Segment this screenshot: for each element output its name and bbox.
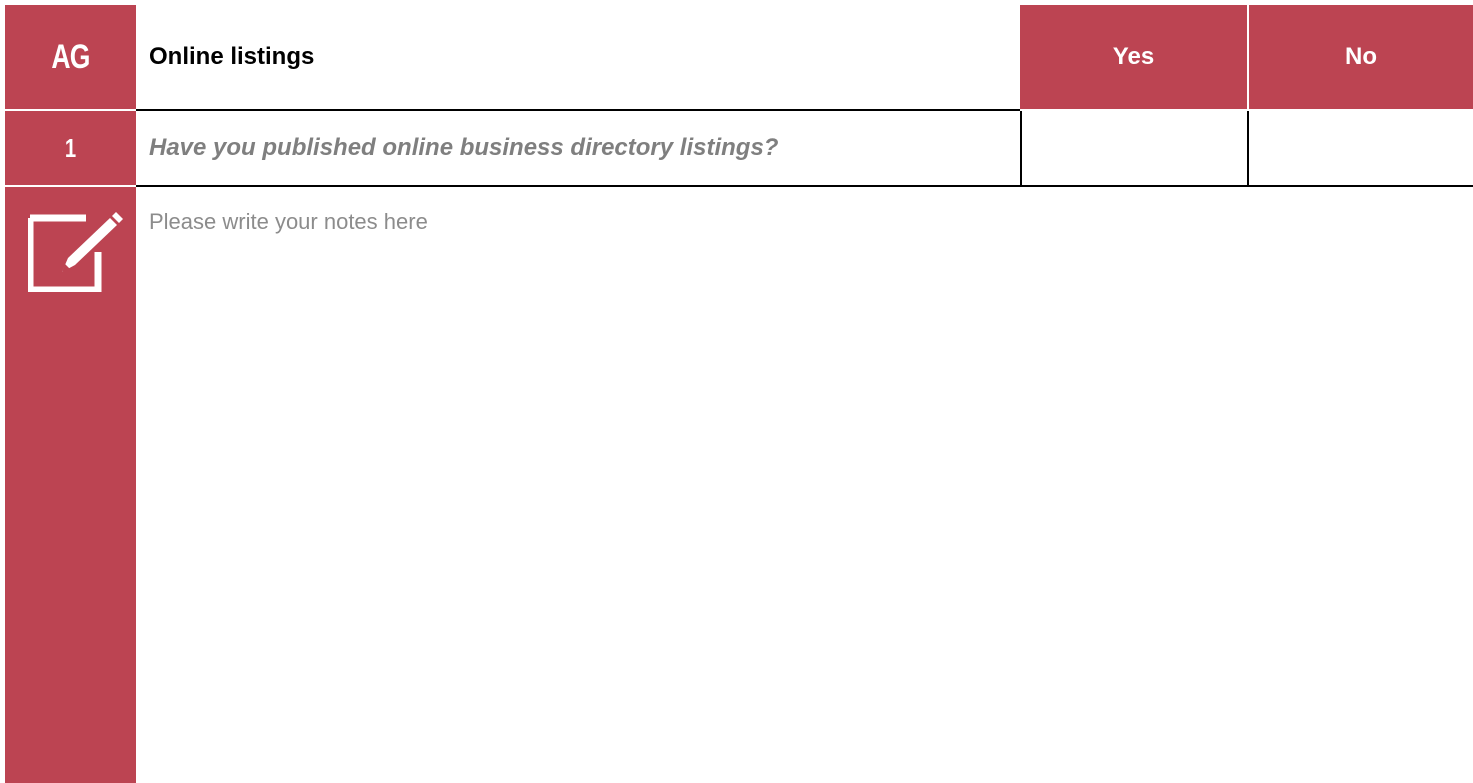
section-code: AG xyxy=(51,37,90,76)
notes-area[interactable]: Please write your notes here xyxy=(136,187,1473,783)
answer-yes-cell[interactable] xyxy=(1022,111,1247,185)
question-text: Have you published online business direc… xyxy=(149,134,779,161)
answer-no-cell[interactable] xyxy=(1249,111,1473,185)
column-header-yes: Yes xyxy=(1020,5,1247,109)
edit-note-icon xyxy=(28,212,123,292)
notes-placeholder: Please write your notes here xyxy=(149,209,428,234)
column-header-no: No xyxy=(1249,5,1473,109)
side-divider xyxy=(5,185,136,187)
checklist-sheet: AG 1 Online listings Yes No Have you pub… xyxy=(0,0,1473,783)
question-number: 1 xyxy=(64,132,77,163)
section-title: Online listings xyxy=(149,43,315,70)
